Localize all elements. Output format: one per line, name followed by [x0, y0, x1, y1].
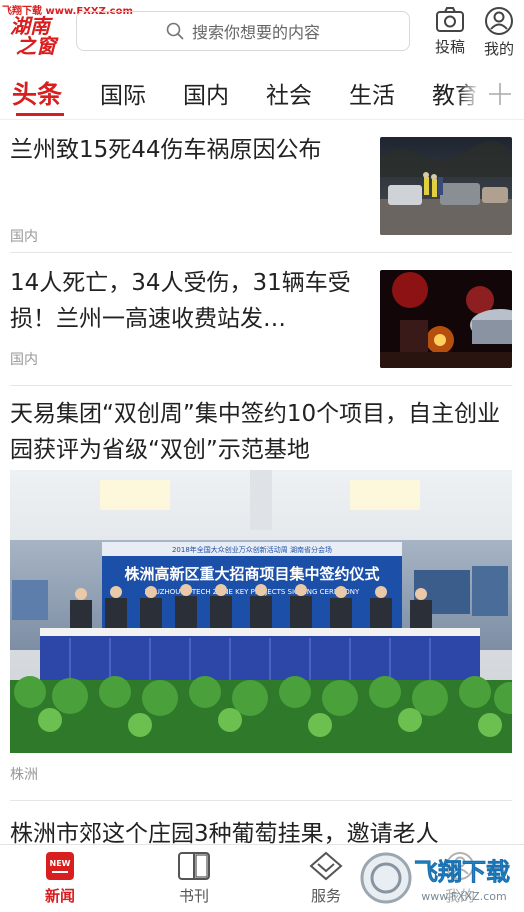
app-logo[interactable]: 湖南 之窗 [8, 14, 66, 58]
news-feed[interactable]: 兰州致15死44伤车祸原因公布 国内 14人死亡，34人受伤，31辆车受损！兰州… [0, 120, 524, 844]
submit-button[interactable]: 投稿 [430, 6, 470, 57]
mine-button[interactable]: 我的 [479, 6, 519, 59]
banner-top-line: 2018年全国大众创业万众创新活动周 湖南省分会场 [172, 545, 332, 554]
article-title: 兰州致15死44伤车祸原因公布 [10, 137, 322, 163]
tab-domestic[interactable]: 国内 [183, 76, 229, 110]
tab-service[interactable]: 服务 [291, 851, 361, 906]
watermark-url: www.FXXZ.com [421, 890, 506, 903]
service-icon [309, 851, 343, 881]
mine-label: 我的 [483, 40, 514, 58]
camera-icon [436, 7, 464, 32]
tab-headlines[interactable]: 头条 [12, 75, 62, 111]
article-title: 14人死亡，34人受伤，31辆车受损！兰州一高速收费站发… [10, 270, 351, 332]
tab-life[interactable]: 生活 [349, 76, 395, 110]
news-icon: NEW [46, 852, 74, 880]
article-item[interactable]: 株洲市郊这个庄园3种葡萄挂果，邀请老人 [10, 816, 512, 844]
article-title: 株洲市郊这个庄园3种葡萄挂果，邀请老人 [10, 821, 439, 844]
user-icon [485, 7, 513, 35]
plus-icon [489, 83, 511, 105]
tab-books-label: 书刊 [178, 887, 209, 905]
channel-tabs: 头条 国际 国内 社会 生活 教育 [0, 70, 524, 120]
article-item[interactable]: 天易集团“双创周”集中签约10个项目，自主创业园获评为省级“双创”示范基地 [10, 396, 512, 468]
search-placeholder: 搜索你想要的内容 [191, 23, 320, 42]
tab-service-label: 服务 [310, 887, 341, 905]
article-thumbnail[interactable] [380, 270, 512, 368]
article-title: 天易集团“双创周”集中签约10个项目，自主创业园获评为省级“双创”示范基地 [10, 401, 501, 463]
divider [10, 252, 512, 253]
banner-english: ZHUZHOU HI-TECH ZONE KEY PROJECTS SIGNIN… [145, 588, 360, 596]
submit-label: 投稿 [434, 38, 465, 56]
article-source: 国内 [10, 352, 38, 368]
app-header: 飞翔下载 www.FXXZ.com 湖南 之窗 搜索你想要的内容 投稿 我的 [0, 0, 524, 70]
article-source: 株洲 [10, 767, 38, 783]
tab-international[interactable]: 国际 [100, 76, 146, 110]
search-bar[interactable]: 搜索你想要的内容 [76, 11, 410, 51]
divider [10, 385, 512, 386]
watermark-logo: 飞翔下载 www.FXXZ.com [358, 848, 524, 912]
tab-society[interactable]: 社会 [266, 76, 312, 110]
news-badge: NEW [50, 859, 71, 868]
book-icon [178, 852, 210, 880]
article-thumbnail[interactable] [380, 137, 512, 235]
watermark-main: 飞翔下载 [414, 858, 510, 886]
tab-news-label: 新闻 [44, 887, 75, 905]
logo-line-1: 湖南 [10, 14, 50, 38]
active-tab-indicator [16, 113, 64, 116]
tab-books[interactable]: 书刊 [159, 851, 229, 906]
tab-news[interactable]: NEW 新闻 [25, 851, 95, 906]
logo-line-2: 之窗 [16, 34, 56, 58]
add-channel-button[interactable] [476, 70, 524, 118]
search-icon [166, 22, 184, 40]
banner-main: 株洲高新区重大招商项目集中签约仪式 [124, 565, 379, 583]
article-source: 国内 [10, 229, 38, 245]
article-image[interactable]: 2018年全国大众创业万众创新活动周 湖南省分会场 株洲高新区重大招商项目集中签… [10, 470, 512, 753]
divider [10, 800, 512, 801]
